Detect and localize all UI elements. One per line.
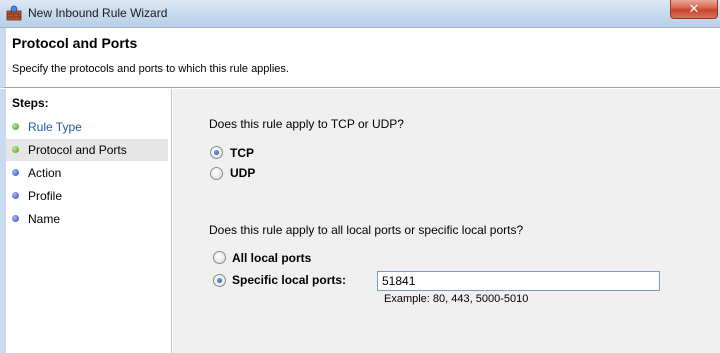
step-label: Name (28, 212, 61, 226)
udp-radio[interactable] (210, 167, 223, 180)
all-local-ports-label[interactable]: All local ports (232, 251, 311, 265)
close-button[interactable]: ✕ (670, 0, 718, 19)
step-current-icon (12, 146, 19, 153)
step-rule-type[interactable]: Rule Type (6, 116, 168, 138)
step-label: Protocol and Ports (28, 143, 127, 157)
steps-panel: Steps: Rule Type Protocol and Ports Acti… (0, 89, 172, 353)
ports-question: Does this rule apply to all local ports … (209, 223, 524, 237)
step-label: Profile (28, 189, 63, 203)
step-profile[interactable]: Profile (6, 185, 168, 207)
step-complete-icon (12, 123, 19, 130)
all-local-ports-radio[interactable] (213, 251, 226, 264)
ports-example-hint: Example: 80, 443, 5000-5010 (384, 293, 529, 305)
tcp-radio[interactable] (210, 146, 223, 159)
protocol-question: Does this rule apply to TCP or UDP? (209, 117, 404, 131)
wizard-header: Protocol and Ports Specify the protocols… (0, 28, 720, 88)
specific-local-ports-radio[interactable] (213, 274, 226, 287)
firewall-wall-icon (6, 5, 22, 21)
step-pending-icon (12, 169, 19, 176)
specific-local-ports-label[interactable]: Specific local ports: (232, 273, 346, 287)
window-title: New Inbound Rule Wizard (28, 6, 168, 20)
page-subtitle: Specify the protocols and ports to which… (12, 63, 289, 75)
close-icon: ✕ (688, 1, 700, 16)
step-protocol-and-ports[interactable]: Protocol and Ports (6, 139, 168, 161)
step-pending-icon (12, 215, 19, 222)
step-pending-icon (12, 192, 19, 199)
content-panel: Does this rule apply to TCP or UDP? TCP … (173, 89, 720, 353)
step-action[interactable]: Action (6, 162, 168, 184)
step-label: Rule Type (28, 120, 82, 134)
tcp-label[interactable]: TCP (230, 146, 254, 160)
steps-title: Steps: (12, 96, 49, 110)
page-title: Protocol and Ports (12, 35, 138, 51)
udp-label[interactable]: UDP (230, 166, 255, 180)
step-label: Action (28, 166, 62, 180)
step-name[interactable]: Name (6, 208, 168, 230)
local-ports-input[interactable] (377, 271, 660, 291)
title-bar: New Inbound Rule Wizard ✕ (0, 0, 720, 28)
